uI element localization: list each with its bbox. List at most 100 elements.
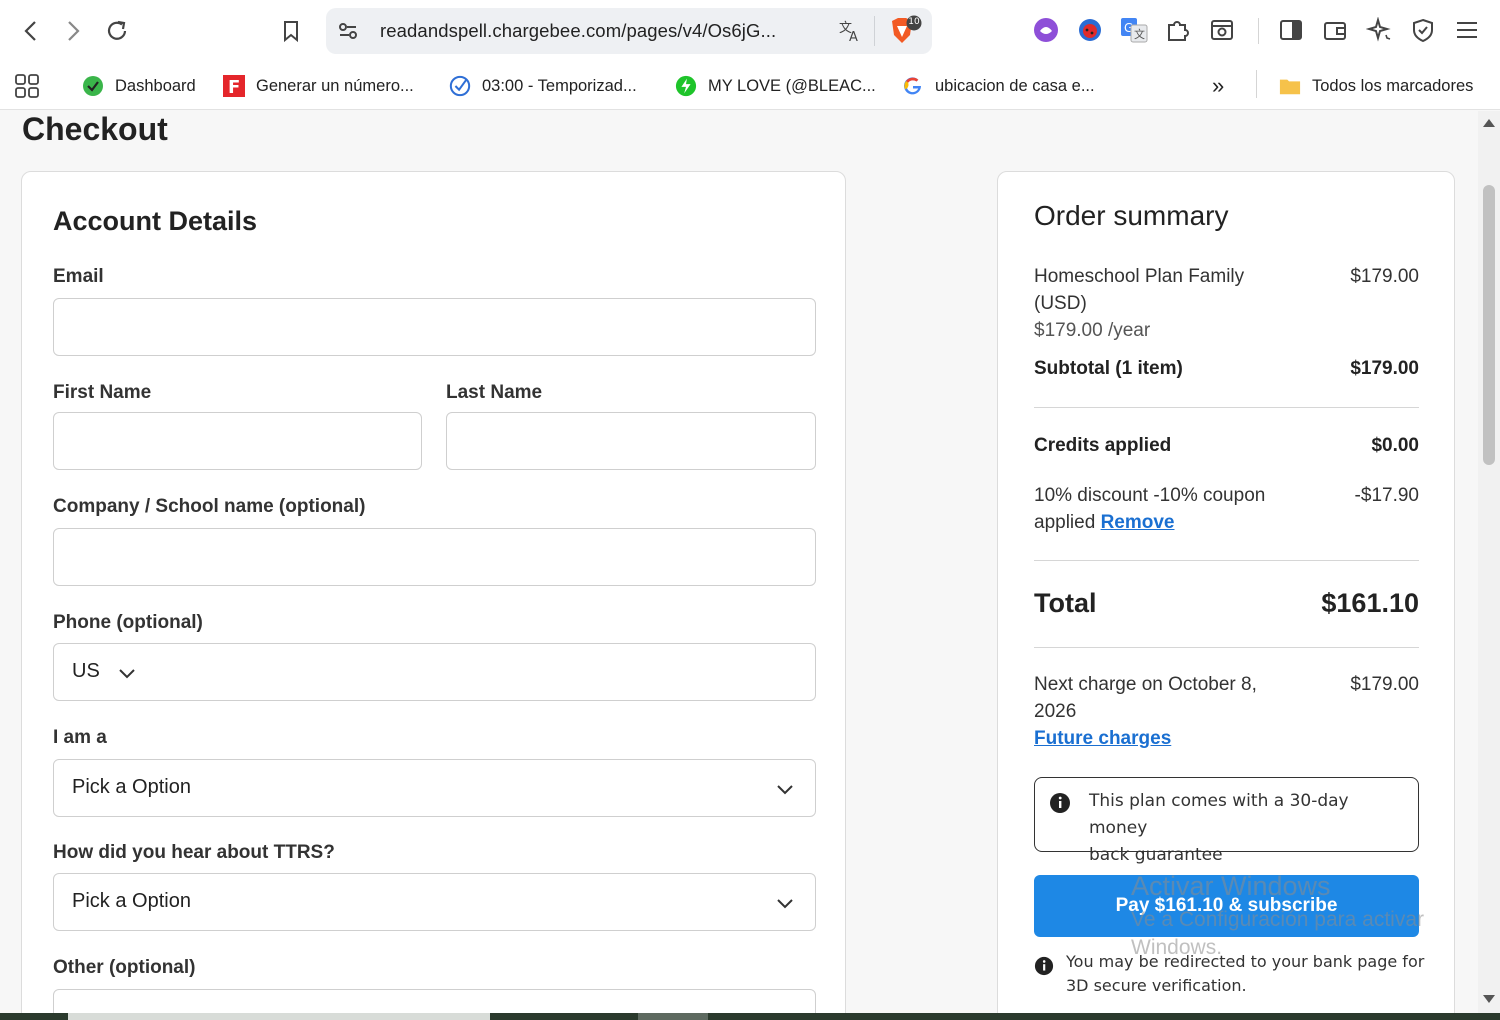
wallet-icon[interactable] — [1321, 16, 1349, 44]
shield-badge: 10 — [908, 17, 920, 27]
redirect-line: You may be redirected to your bank page … — [1066, 952, 1425, 971]
bookmark-icon[interactable] — [274, 14, 308, 48]
remove-coupon-link[interactable]: Remove — [1101, 512, 1175, 533]
brave-shield-icon[interactable]: 10 — [888, 15, 922, 51]
i-am-label: I am a — [53, 727, 107, 748]
urlbar-divider — [874, 16, 875, 46]
google-favicon-icon — [902, 75, 924, 97]
site-settings-icon[interactable] — [336, 19, 360, 47]
dashboard-favicon-icon — [82, 75, 104, 97]
extension-purple-icon[interactable] — [1032, 16, 1060, 44]
discount-label: 10% discount -10% coupon — [1034, 485, 1266, 506]
pay-subscribe-button[interactable]: Pay $161.10 & subscribe — [1034, 875, 1419, 937]
bookmark-ubicacion[interactable]: ubicacion de casa e... — [902, 70, 1095, 102]
leo-ai-icon[interactable] — [1365, 16, 1393, 44]
menu-icon[interactable] — [1453, 16, 1481, 44]
scroll-up-icon[interactable] — [1483, 119, 1495, 127]
scroll-thumb[interactable] — [1483, 185, 1495, 465]
total-label: Total — [1034, 588, 1097, 618]
url-text[interactable]: readandspell.chargebee.com/pages/v4/Os6j… — [380, 20, 776, 42]
other-field[interactable] — [53, 989, 816, 1013]
extension-ladybug-icon[interactable] — [1076, 16, 1104, 44]
checkout-page: Checkout Account Details Email First Nam… — [0, 111, 1478, 1013]
redirect-text: You may be redirected to your bank page … — [1066, 950, 1426, 998]
phone-field[interactable]: US — [53, 643, 816, 701]
bookmarks-divider — [1256, 70, 1257, 98]
subtotal-label: Subtotal (1 item) — [1034, 358, 1183, 379]
discount-applied-label: applied — [1034, 512, 1096, 533]
guarantee-line: back guarantee — [1089, 845, 1223, 865]
plan-rate: $179.00 /year — [1034, 320, 1151, 341]
bookmark-label: 03:00 - Temporizad... — [482, 76, 637, 95]
google-translate-icon[interactable]: G文 — [1120, 16, 1148, 44]
svg-text:文: 文 — [1134, 27, 1145, 41]
plan-name: Homeschool Plan Family — [1034, 266, 1245, 287]
forward-icon[interactable] — [56, 14, 90, 48]
info-icon — [1050, 793, 1070, 813]
credits-label: Credits applied — [1034, 435, 1172, 456]
apps-grid-icon[interactable] — [14, 70, 40, 102]
svg-text:F: F — [228, 77, 240, 97]
folder-icon — [1279, 75, 1301, 97]
bolt-favicon-icon — [675, 75, 697, 97]
all-bookmarks-label: Todos los marcadores — [1312, 76, 1474, 95]
translate-icon[interactable]: 文A — [838, 18, 864, 48]
plan-price: $179.00 — [1350, 266, 1419, 287]
phone-country-code[interactable]: US — [72, 660, 100, 683]
hear-about-value: Pick a Option — [72, 890, 191, 912]
sidebar-icon[interactable] — [1277, 16, 1305, 44]
first-name-field[interactable] — [53, 412, 422, 470]
hear-about-label: How did you hear about TTRS? — [53, 842, 335, 863]
account-details-heading: Account Details — [53, 206, 258, 236]
more-bookmarks-button[interactable]: » — [1212, 70, 1224, 102]
phone-label: Phone (optional) — [53, 612, 203, 633]
taskbar-window[interactable] — [68, 1013, 490, 1020]
back-icon[interactable] — [14, 14, 48, 48]
order-summary-heading: Order summary — [1034, 200, 1229, 231]
address-bar[interactable]: readandspell.chargebee.com/pages/v4/Os6j… — [326, 8, 932, 54]
f-favicon-icon: F — [223, 75, 245, 97]
bookmark-label: MY LOVE (@BLEAC... — [708, 76, 876, 95]
reload-icon[interactable] — [100, 14, 134, 48]
bookmark-temporizador[interactable]: 03:00 - Temporizad... — [449, 70, 637, 102]
page-scrollbar[interactable] — [1478, 111, 1500, 1013]
page-title: Checkout — [22, 111, 168, 147]
chevron-down-icon[interactable] — [118, 664, 136, 682]
first-name-label: First Name — [53, 382, 152, 403]
other-label: Other (optional) — [53, 957, 196, 978]
all-bookmarks-folder[interactable]: Todos los marcadores — [1279, 70, 1473, 102]
bookmark-label: Generar un número... — [256, 76, 414, 95]
bookmark-label: ubicacion de casa e... — [935, 76, 1095, 95]
last-name-field[interactable] — [446, 412, 816, 470]
summary-divider — [1034, 647, 1419, 648]
browser-toolbar: readandspell.chargebee.com/pages/v4/Os6j… — [0, 0, 1500, 62]
taskbar-window[interactable] — [638, 1013, 708, 1020]
bookmark-dashboard[interactable]: Dashboard — [82, 70, 196, 102]
guarantee-line: This plan comes with a 30-day money — [1089, 791, 1349, 838]
hear-about-select[interactable]: Pick a Option — [53, 873, 816, 931]
vpn-shield-icon[interactable] — [1409, 16, 1437, 44]
scroll-down-icon[interactable] — [1483, 995, 1495, 1003]
extensions-puzzle-icon[interactable] — [1164, 16, 1192, 44]
future-charges-link[interactable]: Future charges — [1034, 725, 1304, 752]
total-value: $161.10 — [1321, 588, 1419, 618]
subtotal-value: $179.00 — [1350, 358, 1419, 379]
email-label: Email — [53, 266, 104, 287]
bookmark-generar[interactable]: F Generar un número... — [223, 70, 414, 102]
next-charge-year: 2026 — [1034, 701, 1077, 722]
taskbar — [0, 1013, 1500, 1020]
company-label: Company / School name (optional) — [53, 496, 366, 517]
screenshot-icon[interactable] — [1208, 16, 1236, 44]
bookmark-my-love[interactable]: MY LOVE (@BLEAC... — [675, 70, 876, 102]
i-am-select[interactable]: Pick a Option — [53, 759, 816, 817]
redirect-line: 3D secure verification. — [1066, 976, 1247, 995]
account-details-card: Account Details Email First Name Last Na… — [21, 171, 846, 1013]
chevron-down-icon — [777, 785, 793, 795]
guarantee-notice: This plan comes with a 30-day money back… — [1034, 777, 1419, 865]
next-charge-value: $179.00 — [1350, 674, 1419, 695]
order-summary-card: Order summary Homeschool Plan Family (US… — [997, 171, 1455, 1013]
discount-details: 10% discount -10% coupon applied Remove — [1034, 482, 1304, 536]
chevron-down-icon — [777, 899, 793, 909]
company-field[interactable] — [53, 528, 816, 586]
email-field[interactable] — [53, 298, 816, 356]
